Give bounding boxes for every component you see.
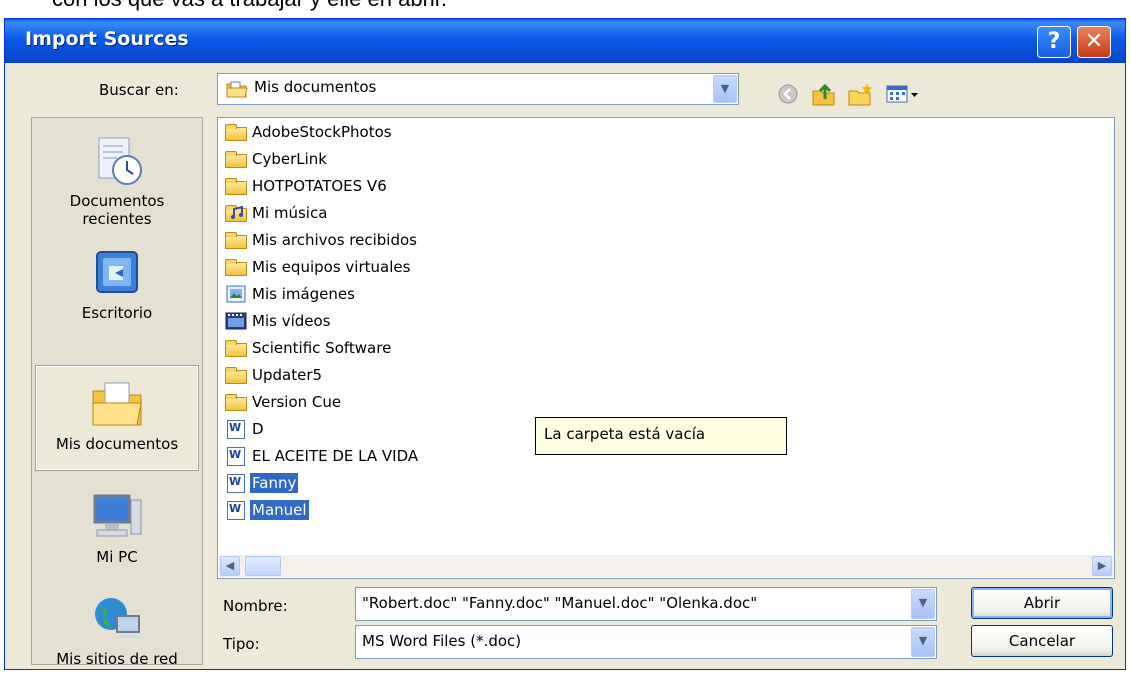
up-folder-icon[interactable] bbox=[811, 81, 837, 107]
list-item[interactable]: CyberLink bbox=[224, 149, 329, 171]
folder-icon bbox=[224, 393, 248, 411]
place-label: Mi PC bbox=[96, 548, 138, 566]
list-item[interactable]: EL ACEITE DE LA VIDA bbox=[224, 446, 420, 468]
empty-folder-tooltip: La carpeta está vacía bbox=[535, 417, 787, 455]
folder-icon bbox=[224, 123, 248, 141]
my-documents-small-icon bbox=[226, 80, 248, 98]
chevron-down-icon: ▼ bbox=[918, 596, 928, 609]
list-item[interactable]: Mis archivos recibidos bbox=[224, 230, 419, 252]
my-computer-icon bbox=[89, 490, 145, 544]
folder-icon bbox=[224, 339, 248, 357]
place-desktop[interactable]: Escritorio bbox=[36, 236, 198, 340]
scroll-left-button[interactable]: ◀ bbox=[220, 556, 240, 576]
dialog-title: Import Sources bbox=[25, 28, 189, 50]
filetype-label: Tipo: bbox=[223, 635, 260, 653]
list-item[interactable]: HOTPOTATOES V6 bbox=[224, 176, 389, 198]
recent-documents-icon bbox=[89, 134, 145, 188]
list-item-selected[interactable]: Fanny bbox=[224, 472, 299, 495]
open-button[interactable]: Abrir bbox=[971, 587, 1113, 619]
list-item[interactable]: Mis imágenes bbox=[224, 284, 357, 306]
videos-folder-icon bbox=[224, 312, 248, 330]
look-in-dropdown-arrow[interactable]: ▼ bbox=[713, 75, 737, 103]
place-my-computer[interactable]: Mi PC bbox=[36, 480, 198, 584]
list-item[interactable]: Mis equipos virtuales bbox=[224, 257, 412, 279]
list-item[interactable]: D bbox=[224, 419, 266, 441]
filetype-dropdown-arrow[interactable]: ▼ bbox=[911, 627, 935, 657]
file-list[interactable]: AdobeStockPhotos CyberLink HOTPOTATOES V… bbox=[217, 117, 1115, 579]
place-network[interactable]: Mis sitios de red bbox=[36, 582, 198, 686]
folder-icon bbox=[224, 231, 248, 249]
new-folder-icon[interactable] bbox=[847, 81, 873, 107]
list-item[interactable]: AdobeStockPhotos bbox=[224, 122, 394, 144]
horizontal-scrollbar[interactable]: ◀ ▶ bbox=[219, 555, 1113, 577]
word-document-icon bbox=[224, 446, 248, 466]
folder-icon bbox=[224, 150, 248, 168]
help-button[interactable]: ? bbox=[1037, 26, 1071, 58]
desktop-icon bbox=[89, 246, 145, 300]
word-document-icon bbox=[224, 473, 248, 493]
filetype-value: MS Word Files (*.doc) bbox=[362, 632, 522, 650]
scroll-thumb[interactable] bbox=[245, 556, 281, 576]
list-item[interactable]: Updater5 bbox=[224, 365, 324, 387]
chevron-left-icon: ◀ bbox=[225, 559, 235, 572]
close-button[interactable]: ✕ bbox=[1077, 26, 1111, 58]
back-icon[interactable] bbox=[775, 81, 801, 107]
place-label-line2: recientes bbox=[82, 210, 152, 228]
folder-icon bbox=[224, 258, 248, 276]
view-menu-icon[interactable] bbox=[885, 81, 921, 107]
word-document-icon bbox=[224, 419, 248, 439]
look-in-combo[interactable]: Mis documentos ▼ bbox=[217, 73, 739, 105]
filename-combo[interactable]: "Robert.doc" "Fanny.doc" "Manuel.doc" "O… bbox=[355, 587, 937, 621]
title-bar[interactable]: Import Sources ? ✕ bbox=[5, 19, 1125, 63]
chevron-down-icon: ▼ bbox=[918, 634, 928, 647]
filetype-select[interactable]: MS Word Files (*.doc) ▼ bbox=[355, 625, 937, 659]
list-item[interactable]: Scientific Software bbox=[224, 338, 393, 360]
filename-input-value[interactable]: "Robert.doc" "Fanny.doc" "Manuel.doc" "O… bbox=[362, 594, 757, 612]
list-item-selected[interactable]: Manuel bbox=[224, 499, 309, 522]
list-item[interactable]: Version Cue bbox=[224, 392, 343, 414]
places-bar: Documentos recientes Escritorio Mis docu… bbox=[31, 117, 203, 668]
place-label: Mis documentos bbox=[55, 435, 179, 453]
scroll-right-button[interactable]: ▶ bbox=[1092, 556, 1112, 576]
folder-icon bbox=[224, 177, 248, 195]
pictures-folder-icon bbox=[224, 285, 248, 303]
place-recent-documents[interactable]: Documentos recientes bbox=[36, 124, 198, 228]
chevron-right-icon: ▶ bbox=[1097, 559, 1107, 572]
my-documents-icon bbox=[89, 377, 145, 431]
list-item[interactable]: Mis vídeos bbox=[224, 311, 332, 333]
place-label: Escritorio bbox=[81, 304, 153, 322]
place-label-line1: Documentos bbox=[69, 192, 165, 210]
filename-label: Nombre: bbox=[223, 597, 288, 615]
place-my-documents[interactable]: Mis documentos bbox=[35, 365, 199, 471]
music-folder-icon bbox=[224, 204, 248, 222]
cancel-button[interactable]: Cancelar bbox=[971, 625, 1113, 657]
place-label: Mis sitios de red bbox=[56, 650, 178, 668]
look-in-label: Buscar en: bbox=[99, 81, 179, 99]
import-sources-dialog: Import Sources ? ✕ Buscar en: Mis docume… bbox=[4, 18, 1126, 670]
list-item[interactable]: Mi música bbox=[224, 203, 329, 225]
network-places-icon bbox=[89, 592, 145, 646]
background-caption: con los que vas a trabajar y elle en abr… bbox=[52, 0, 447, 12]
filename-dropdown-arrow[interactable]: ▼ bbox=[911, 589, 935, 619]
chevron-down-icon: ▼ bbox=[720, 82, 730, 95]
folder-icon bbox=[224, 366, 248, 384]
look-in-value: Mis documentos bbox=[254, 78, 377, 96]
word-document-icon bbox=[224, 500, 248, 520]
